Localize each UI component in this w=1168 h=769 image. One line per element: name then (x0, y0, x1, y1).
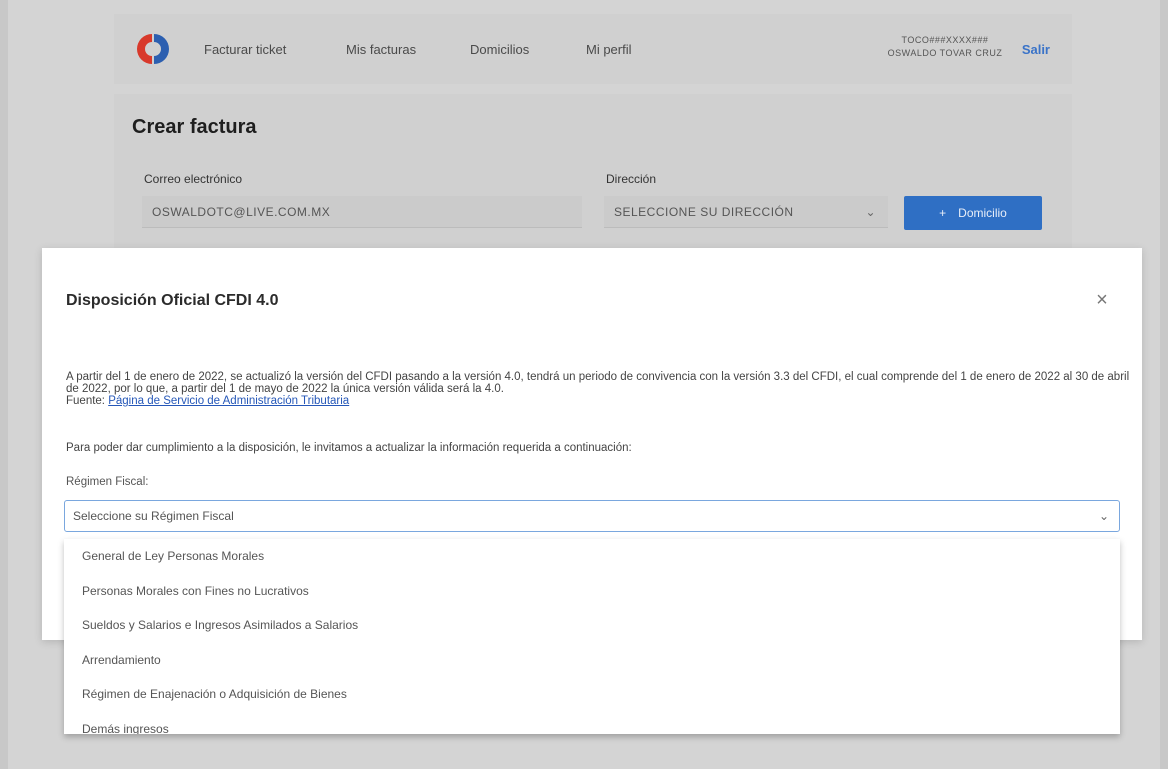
dropdown-option[interactable]: Demás ingresos (64, 712, 1120, 735)
dropdown-option[interactable]: Arrendamiento (64, 643, 1120, 678)
regimen-fiscal-label: Régimen Fiscal: (66, 476, 149, 488)
logout-link[interactable]: Salir (1022, 42, 1050, 57)
address-label: Dirección (606, 172, 657, 186)
add-address-button-label: Domicilio (958, 206, 1007, 220)
sat-source-link[interactable]: Página de Servicio de Administración Tri… (108, 395, 349, 407)
nav-link-mis-facturas[interactable]: Mis facturas (346, 42, 416, 57)
address-select-value: SELECCIONE SU DIRECCIÓN (614, 205, 794, 219)
modal-body-paragraph: A partir del 1 de enero de 2022, se actu… (66, 371, 1130, 395)
chevron-down-icon: ⌄ (865, 205, 876, 219)
nav-link-mi-perfil[interactable]: Mi perfil (586, 42, 632, 57)
page-title: Crear factura (132, 116, 257, 138)
dropdown-option[interactable]: Sueldos y Salarios e Ingresos Asimilados… (64, 608, 1120, 643)
regimen-fiscal-select[interactable]: Seleccione su Régimen Fiscal ⌄ (64, 500, 1120, 532)
brand-logo-icon[interactable] (136, 32, 170, 66)
dropdown-option[interactable]: Personas Morales con Fines no Lucrativos (64, 574, 1120, 609)
email-label: Correo electrónico (144, 172, 243, 186)
dropdown-option[interactable]: Régimen de Enajenación o Adquisición de … (64, 677, 1120, 712)
user-name: OSWALDO TOVAR CRUZ (887, 48, 1003, 58)
plus-icon: + (939, 206, 947, 220)
source-prefix: Fuente: (66, 395, 105, 407)
email-field[interactable]: OSWALDOTC@LIVE.COM.MX (142, 196, 582, 228)
nav-link-domicilios[interactable]: Domicilios (470, 42, 529, 57)
add-address-button[interactable]: + Domicilio (904, 196, 1042, 230)
create-invoice-card: Crear factura Correo electrónico OSWALDO… (114, 94, 1072, 254)
user-rfc: TOCO###XXXX### (901, 35, 989, 45)
close-icon[interactable]: × (1092, 290, 1112, 310)
modal-title: Disposición Oficial CFDI 4.0 (66, 292, 279, 309)
dropdown-option[interactable]: General de Ley Personas Morales (64, 539, 1120, 574)
regimen-fiscal-placeholder: Seleccione su Régimen Fiscal (73, 509, 234, 523)
chevron-down-icon: ⌄ (1098, 509, 1109, 523)
invite-text: Para poder dar cumplimiento a la disposi… (66, 442, 632, 454)
top-navbar: Facturar ticket Mis facturas Domicilios … (114, 14, 1072, 84)
nav-link-facturar-ticket[interactable]: Facturar ticket (204, 42, 286, 57)
modal-body-text: A partir del 1 de enero de 2022, se actu… (66, 371, 1136, 407)
user-info: TOCO###XXXX### OSWALDO TOVAR CRUZ (880, 34, 1010, 60)
address-select[interactable]: SELECCIONE SU DIRECCIÓN ⌄ (604, 196, 888, 228)
regimen-fiscal-dropdown: General de Ley Personas Morales Personas… (64, 539, 1120, 734)
